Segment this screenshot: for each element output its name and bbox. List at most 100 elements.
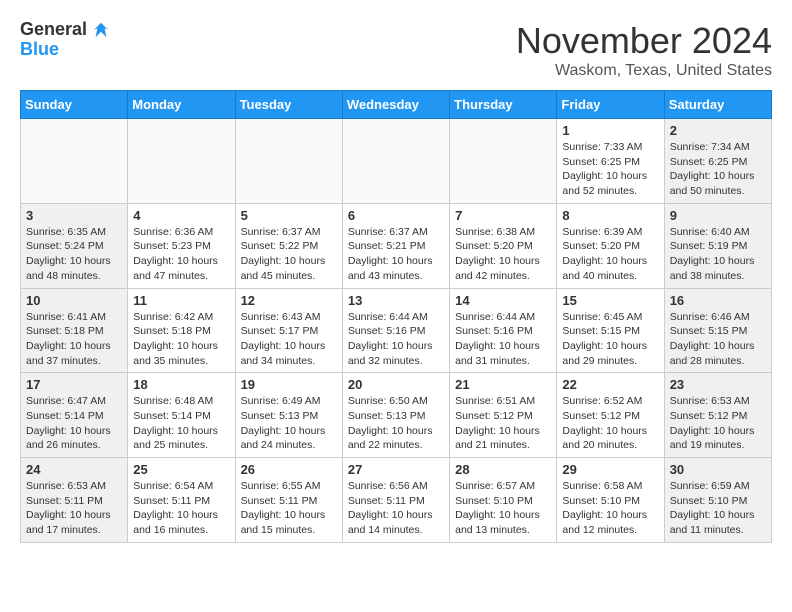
day-number: 9	[670, 208, 766, 223]
calendar-week-row: 10 Sunrise: 6:41 AM Sunset: 5:18 PM Dayli…	[21, 288, 772, 373]
day-number: 7	[455, 208, 551, 223]
weekday-header-saturday: Saturday	[664, 91, 771, 119]
calendar-day-cell: 11 Sunrise: 6:42 AM Sunset: 5:18 PM Dayli…	[128, 288, 235, 373]
calendar-day-cell: 26Sunrise: 6:55 AM Sunset: 5:11 PM Dayli…	[235, 458, 342, 543]
calendar-day-cell: 18 Sunrise: 6:48 AM Sunset: 5:14 PM Dayli…	[128, 373, 235, 458]
calendar-day-cell: 8 Sunrise: 6:39 AM Sunset: 5:20 PM Daylig…	[557, 203, 664, 288]
day-info: Sunrise: 6:48 AM Sunset: 5:14 PM Dayligh…	[133, 394, 229, 453]
calendar-day-cell	[450, 119, 557, 204]
calendar-day-cell: 16Sunrise: 6:46 AM Sunset: 5:15 PM Dayli…	[664, 288, 771, 373]
weekday-header-sunday: Sunday	[21, 91, 128, 119]
calendar-day-cell: 21 Sunrise: 6:51 AM Sunset: 5:12 PM Dayli…	[450, 373, 557, 458]
calendar-table: SundayMondayTuesdayWednesdayThursdayFrid…	[20, 90, 772, 543]
day-info: Sunrise: 6:45 AM Sunset: 5:15 PM Dayligh…	[562, 310, 658, 369]
day-number: 5	[241, 208, 337, 223]
day-info: Sunrise: 6:39 AM Sunset: 5:20 PM Dayligh…	[562, 225, 658, 284]
calendar-day-cell: 24 Sunrise: 6:53 AM Sunset: 5:11 PM Dayli…	[21, 458, 128, 543]
day-info: Sunrise: 6:35 AM Sunset: 5:24 PM Dayligh…	[26, 225, 122, 284]
day-info: Sunrise: 6:38 AM Sunset: 5:20 PM Dayligh…	[455, 225, 551, 284]
location-title: Waskom, Texas, United States	[516, 62, 772, 80]
calendar-day-cell: 5 Sunrise: 6:37 AM Sunset: 5:22 PM Daylig…	[235, 203, 342, 288]
calendar-day-cell: 14 Sunrise: 6:44 AM Sunset: 5:16 PM Dayli…	[450, 288, 557, 373]
day-info: Sunrise: 6:58 AM Sunset: 5:10 PM Dayligh…	[562, 479, 658, 538]
page-header: General Blue November 2024 Waskom, Texas…	[20, 20, 772, 80]
day-info: Sunrise: 6:43 AM Sunset: 5:17 PM Dayligh…	[241, 310, 337, 369]
day-number: 27	[348, 462, 444, 477]
day-number: 24	[26, 462, 122, 477]
day-info: Sunrise: 6:57 AM Sunset: 5:10 PM Dayligh…	[455, 479, 551, 538]
day-number: 8	[562, 208, 658, 223]
day-number: 22	[562, 377, 658, 392]
day-number: 2	[670, 123, 766, 138]
day-number: 1	[562, 123, 658, 138]
day-info: Sunrise: 6:50 AM Sunset: 5:13 PM Dayligh…	[348, 394, 444, 453]
calendar-week-row: 17 Sunrise: 6:47 AM Sunset: 5:14 PM Dayli…	[21, 373, 772, 458]
weekday-header-wednesday: Wednesday	[342, 91, 449, 119]
calendar-day-cell: 2 Sunrise: 7:34 AM Sunset: 6:25 PM Daylig…	[664, 119, 771, 204]
calendar-day-cell: 25Sunrise: 6:54 AM Sunset: 5:11 PM Dayli…	[128, 458, 235, 543]
day-info: Sunrise: 6:44 AM Sunset: 5:16 PM Dayligh…	[455, 310, 551, 369]
day-info: Sunrise: 6:37 AM Sunset: 5:22 PM Dayligh…	[241, 225, 337, 284]
calendar-day-cell: 4 Sunrise: 6:36 AM Sunset: 5:23 PM Daylig…	[128, 203, 235, 288]
day-info: Sunrise: 6:53 AM Sunset: 5:11 PM Dayligh…	[26, 479, 122, 538]
calendar-day-cell: 15 Sunrise: 6:45 AM Sunset: 5:15 PM Dayli…	[557, 288, 664, 373]
day-number: 11	[133, 293, 229, 308]
calendar-day-cell: 13 Sunrise: 6:44 AM Sunset: 5:16 PM Dayli…	[342, 288, 449, 373]
calendar-week-row: 24 Sunrise: 6:53 AM Sunset: 5:11 PM Dayli…	[21, 458, 772, 543]
calendar-day-cell	[235, 119, 342, 204]
calendar-day-cell: 20Sunrise: 6:50 AM Sunset: 5:13 PM Dayli…	[342, 373, 449, 458]
calendar-week-row: 3 Sunrise: 6:35 AM Sunset: 5:24 PM Daylig…	[21, 203, 772, 288]
day-number: 12	[241, 293, 337, 308]
day-info: Sunrise: 6:49 AM Sunset: 5:13 PM Dayligh…	[241, 394, 337, 453]
title-section: November 2024 Waskom, Texas, United Stat…	[516, 20, 772, 80]
day-info: Sunrise: 6:59 AM Sunset: 5:10 PM Dayligh…	[670, 479, 766, 538]
day-number: 18	[133, 377, 229, 392]
weekday-header-row: SundayMondayTuesdayWednesdayThursdayFrid…	[21, 91, 772, 119]
calendar-day-cell: 22 Sunrise: 6:52 AM Sunset: 5:12 PM Dayli…	[557, 373, 664, 458]
day-info: Sunrise: 7:34 AM Sunset: 6:25 PM Dayligh…	[670, 140, 766, 199]
day-number: 10	[26, 293, 122, 308]
calendar-day-cell: 17 Sunrise: 6:47 AM Sunset: 5:14 PM Dayli…	[21, 373, 128, 458]
calendar-day-cell: 29 Sunrise: 6:58 AM Sunset: 5:10 PM Dayli…	[557, 458, 664, 543]
day-number: 17	[26, 377, 122, 392]
day-number: 29	[562, 462, 658, 477]
day-number: 16	[670, 293, 766, 308]
day-info: Sunrise: 6:53 AM Sunset: 5:12 PM Dayligh…	[670, 394, 766, 453]
day-info: Sunrise: 6:36 AM Sunset: 5:23 PM Dayligh…	[133, 225, 229, 284]
day-number: 6	[348, 208, 444, 223]
logo-bird-icon	[92, 21, 110, 39]
calendar-day-cell: 27Sunrise: 6:56 AM Sunset: 5:11 PM Dayli…	[342, 458, 449, 543]
calendar-day-cell: 6 Sunrise: 6:37 AM Sunset: 5:21 PM Daylig…	[342, 203, 449, 288]
day-info: Sunrise: 6:44 AM Sunset: 5:16 PM Dayligh…	[348, 310, 444, 369]
calendar-week-row: 1 Sunrise: 7:33 AM Sunset: 6:25 PM Daylig…	[21, 119, 772, 204]
day-info: Sunrise: 6:40 AM Sunset: 5:19 PM Dayligh…	[670, 225, 766, 284]
day-info: Sunrise: 6:41 AM Sunset: 5:18 PM Dayligh…	[26, 310, 122, 369]
month-title: November 2024	[516, 20, 772, 62]
day-number: 4	[133, 208, 229, 223]
day-number: 3	[26, 208, 122, 223]
logo-text: General Blue	[20, 20, 110, 60]
day-info: Sunrise: 6:51 AM Sunset: 5:12 PM Dayligh…	[455, 394, 551, 453]
calendar-day-cell: 9 Sunrise: 6:40 AM Sunset: 5:19 PM Daylig…	[664, 203, 771, 288]
day-info: Sunrise: 6:37 AM Sunset: 5:21 PM Dayligh…	[348, 225, 444, 284]
day-info: Sunrise: 7:33 AM Sunset: 6:25 PM Dayligh…	[562, 140, 658, 199]
calendar-day-cell: 28 Sunrise: 6:57 AM Sunset: 5:10 PM Dayli…	[450, 458, 557, 543]
calendar-day-cell: 3 Sunrise: 6:35 AM Sunset: 5:24 PM Daylig…	[21, 203, 128, 288]
day-number: 23	[670, 377, 766, 392]
day-number: 14	[455, 293, 551, 308]
day-info: Sunrise: 6:55 AM Sunset: 5:11 PM Dayligh…	[241, 479, 337, 538]
day-info: Sunrise: 6:52 AM Sunset: 5:12 PM Dayligh…	[562, 394, 658, 453]
day-number: 19	[241, 377, 337, 392]
logo: General Blue	[20, 20, 110, 60]
day-number: 13	[348, 293, 444, 308]
weekday-header-tuesday: Tuesday	[235, 91, 342, 119]
day-info: Sunrise: 6:42 AM Sunset: 5:18 PM Dayligh…	[133, 310, 229, 369]
calendar-day-cell	[21, 119, 128, 204]
day-number: 28	[455, 462, 551, 477]
calendar-day-cell: 1 Sunrise: 7:33 AM Sunset: 6:25 PM Daylig…	[557, 119, 664, 204]
day-number: 21	[455, 377, 551, 392]
weekday-header-friday: Friday	[557, 91, 664, 119]
day-info: Sunrise: 6:54 AM Sunset: 5:11 PM Dayligh…	[133, 479, 229, 538]
day-info: Sunrise: 6:47 AM Sunset: 5:14 PM Dayligh…	[26, 394, 122, 453]
day-number: 15	[562, 293, 658, 308]
